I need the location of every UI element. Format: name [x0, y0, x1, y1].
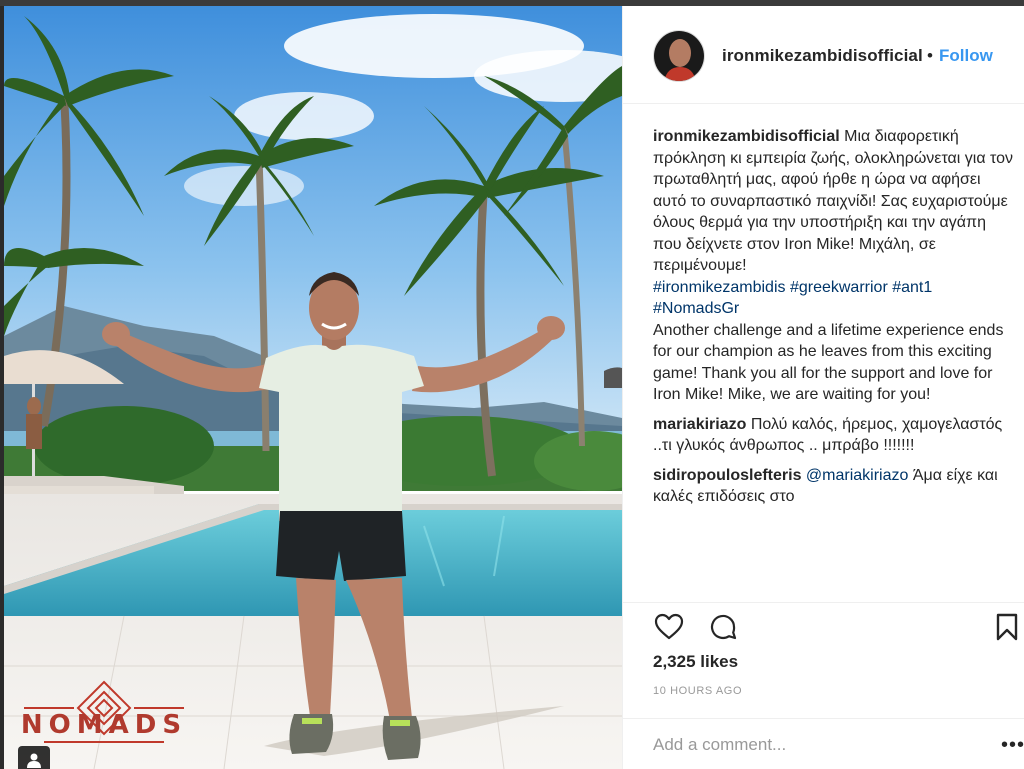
comment-icon[interactable]: [707, 611, 739, 643]
post-header: ironmikezambidisofficial • Follow: [623, 6, 1024, 104]
user-tag-button[interactable]: [18, 746, 50, 769]
header-separator: •: [927, 46, 933, 65]
add-comment-section: •••: [623, 718, 1024, 769]
user-tag-icon: [27, 753, 41, 768]
comment-mention[interactable]: @mariakiriazo: [806, 467, 908, 484]
post-photo[interactable]: NOMADS: [4, 6, 622, 769]
avatar-photo: [654, 31, 704, 81]
post-timestamp[interactable]: 10 HOURS AGO: [653, 685, 742, 697]
photo-scene: [4, 6, 622, 769]
comments-list[interactable]: ironmikezambidisofficial Μια διαφορετική…: [653, 126, 1015, 596]
post-sidebar: ironmikezambidisofficial • Follow ironmi…: [622, 6, 1024, 769]
hashtag-link[interactable]: #ant1: [892, 279, 932, 296]
hashtag-link[interactable]: #NomadsGr: [653, 300, 739, 317]
comment-username[interactable]: mariakiriazo: [653, 416, 746, 433]
comment-input[interactable]: [653, 733, 973, 757]
comment-item: mariakiriazo Πολύ καλός, ήρεμος, χαμογελ…: [653, 414, 1015, 457]
caption-text-greek: Μια διαφορετική πρόκληση κι εμπειρία ζωή…: [653, 128, 1014, 274]
avatar[interactable]: [653, 30, 705, 82]
header-username[interactable]: ironmikezambidisofficial: [722, 46, 923, 66]
likes-count[interactable]: 2,325 likes: [653, 652, 738, 672]
heart-icon[interactable]: [653, 611, 685, 643]
hashtag-link[interactable]: #ironmikezambidis: [653, 279, 786, 296]
bookmark-icon[interactable]: [995, 611, 1019, 643]
caption: ironmikezambidisofficial Μια διαφορετική…: [653, 126, 1015, 406]
action-bar: [623, 602, 1024, 652]
nomads-wordmark: NOMADS: [20, 710, 188, 740]
caption-text-english: Another challenge and a lifetime experie…: [653, 321, 1004, 404]
follow-button[interactable]: Follow: [939, 46, 993, 66]
more-options-icon[interactable]: •••: [1001, 735, 1024, 755]
comment-username[interactable]: sidiropouloslefteris: [653, 467, 801, 484]
caption-username[interactable]: ironmikezambidisofficial: [653, 128, 840, 145]
comment-item: sidiropouloslefteris @mariakiriazo Άμα ε…: [653, 465, 1015, 508]
hashtag-link[interactable]: #greekwarrior: [790, 279, 888, 296]
